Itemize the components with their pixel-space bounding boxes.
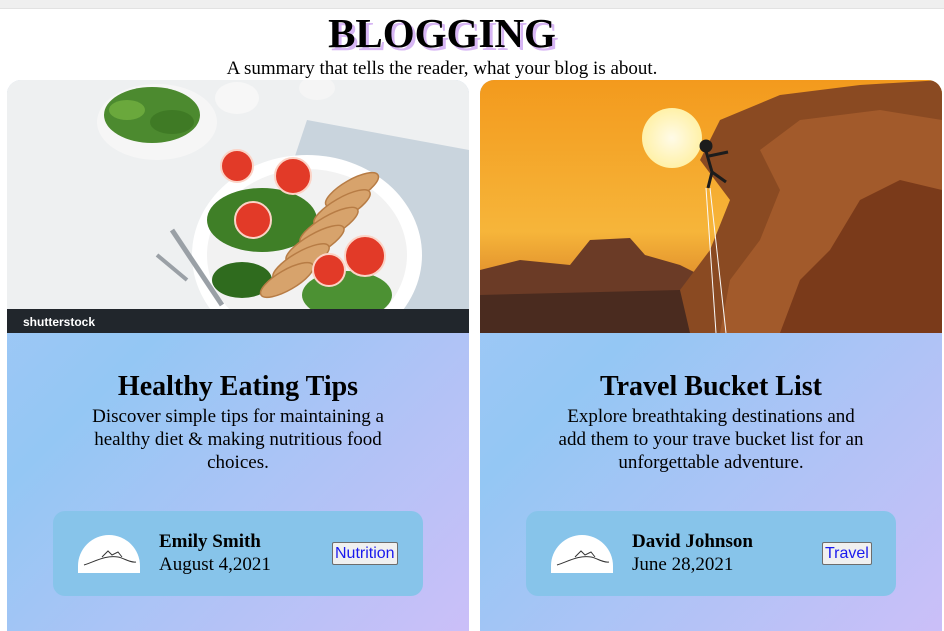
author-box: David Johnson June 28,2021 Travel [526,511,896,596]
avatar [551,535,613,573]
shutterstock-watermark: shutterstock [23,315,95,329]
post-title: Healthy Eating Tips [117,371,359,402]
post-date: August 4,2021 [159,554,271,575]
browser-top-strip [0,0,944,9]
travel-image-svg [480,80,942,333]
blog-card-healthy-eating[interactable]: shutterstock Healthy Eating Tips Discove… [7,80,469,631]
post-description: Explore breathtaking destinations and ad… [558,406,864,473]
salad-plate-photo: shutterstock [7,80,469,333]
tag-button-nutrition[interactable]: Nutrition [332,542,398,565]
page-subtitle: A summary that tells the reader, what yo… [226,58,658,79]
author-name: David Johnson [632,531,753,552]
avatar-sketch-icon [83,550,137,566]
page-title: BLOGGING [328,10,556,56]
avatar-sketch-icon [556,550,610,566]
salad-image-svg: shutterstock [7,80,469,333]
rock-climber-sunset-photo [480,80,942,333]
post-date: June 28,2021 [632,554,734,575]
author-name: Emily Smith [159,531,261,552]
blog-card-travel[interactable]: Travel Bucket List Explore breathtaking … [480,80,942,631]
tag-button-travel[interactable]: Travel [822,542,872,565]
post-title: Travel Bucket List [600,371,822,402]
avatar [78,535,140,573]
post-description: Discover simple tips for maintaining a h… [92,406,384,473]
author-box: Emily Smith August 4,2021 Nutrition [53,511,423,596]
